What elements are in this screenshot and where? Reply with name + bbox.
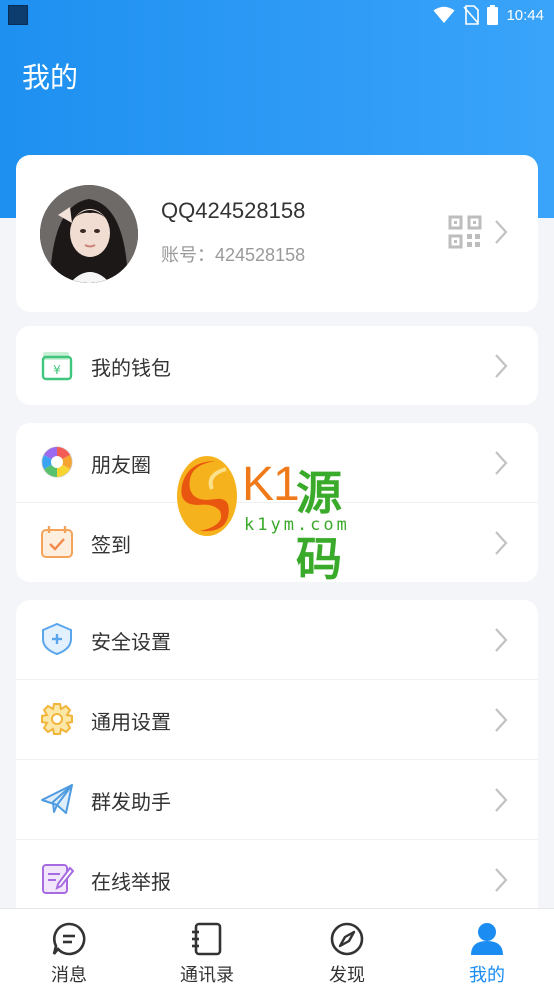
menu-item-general-settings[interactable]: 通用设置	[16, 680, 538, 759]
status-time: 10:44	[506, 6, 544, 24]
chevron-right-icon	[494, 219, 508, 245]
nav-tab-messages[interactable]: 消息	[0, 909, 138, 994]
wifi-icon	[433, 6, 455, 24]
menu-item-label: 签到	[91, 533, 131, 557]
qr-code-icon[interactable]	[448, 215, 482, 253]
battery-icon	[487, 5, 499, 25]
profile-card[interactable]: QQ424528158 账号：424528158	[16, 155, 538, 312]
nav-tab-discover[interactable]: 发现	[278, 909, 416, 994]
status-icons: 10:44	[433, 3, 544, 27]
account-number: 424528158	[215, 245, 306, 265]
menu-item-wallet[interactable]: ¥ 我的钱包	[16, 326, 538, 405]
moments-icon	[40, 445, 74, 479]
watermark-url: k1ym.com	[244, 515, 350, 535]
menu-item-broadcast[interactable]: 群发助手	[16, 760, 538, 839]
menu-item-label: 通用设置	[91, 710, 171, 734]
menu-item-label: 在线举报	[91, 870, 171, 894]
chevron-right-icon	[494, 530, 508, 560]
message-icon	[51, 921, 87, 957]
calendar-checkin-icon	[40, 525, 74, 559]
menu-item-label: 安全设置	[91, 630, 171, 654]
nav-tab-me[interactable]: 我的	[418, 909, 554, 994]
chevron-right-icon	[494, 867, 508, 897]
shield-icon	[40, 622, 74, 656]
gear-icon	[40, 702, 74, 736]
menu-item-label: 群发助手	[91, 790, 171, 814]
menu-item-label: 我的钱包	[91, 356, 171, 380]
svg-text:¥: ¥	[53, 363, 61, 377]
wallet-group: ¥ 我的钱包	[16, 326, 538, 405]
paper-plane-icon	[40, 782, 74, 816]
avatar[interactable]	[40, 185, 138, 283]
compass-icon	[329, 921, 365, 957]
nav-tab-contacts[interactable]: 通讯录	[138, 909, 276, 994]
chevron-right-icon	[494, 787, 508, 817]
no-sim-icon	[463, 5, 480, 25]
wallet-icon: ¥	[40, 348, 74, 382]
contacts-icon	[189, 921, 225, 957]
watermark: K1 源码 k1ym.com	[176, 455, 386, 586]
status-notification-icon	[8, 5, 28, 25]
watermark-brand: K1	[242, 458, 300, 511]
person-icon	[469, 921, 505, 957]
account-label: 账号：	[161, 245, 215, 266]
chevron-right-icon	[494, 707, 508, 737]
profile-account: 账号：424528158	[161, 241, 305, 267]
watermark-logo-icon	[176, 455, 238, 541]
menu-item-security[interactable]: 安全设置	[16, 600, 538, 679]
nav-label: 通讯录	[180, 965, 234, 986]
menu-item-label: 朋友圈	[91, 453, 151, 477]
page-title: 我的	[22, 61, 79, 94]
nav-label: 发现	[329, 965, 365, 986]
nav-label: 消息	[51, 965, 87, 986]
nav-label: 我的	[469, 965, 505, 986]
settings-group: 安全设置 通用设置 群发助手 在线举报	[16, 600, 538, 920]
report-edit-icon	[40, 862, 74, 896]
status-bar: 10:44	[0, 0, 554, 30]
bottom-nav: 消息 通讯录 发现 我的	[0, 908, 554, 994]
chevron-right-icon	[494, 450, 508, 480]
chevron-right-icon	[494, 627, 508, 657]
chevron-right-icon	[494, 353, 508, 383]
profile-name: QQ424528158	[161, 198, 306, 223]
